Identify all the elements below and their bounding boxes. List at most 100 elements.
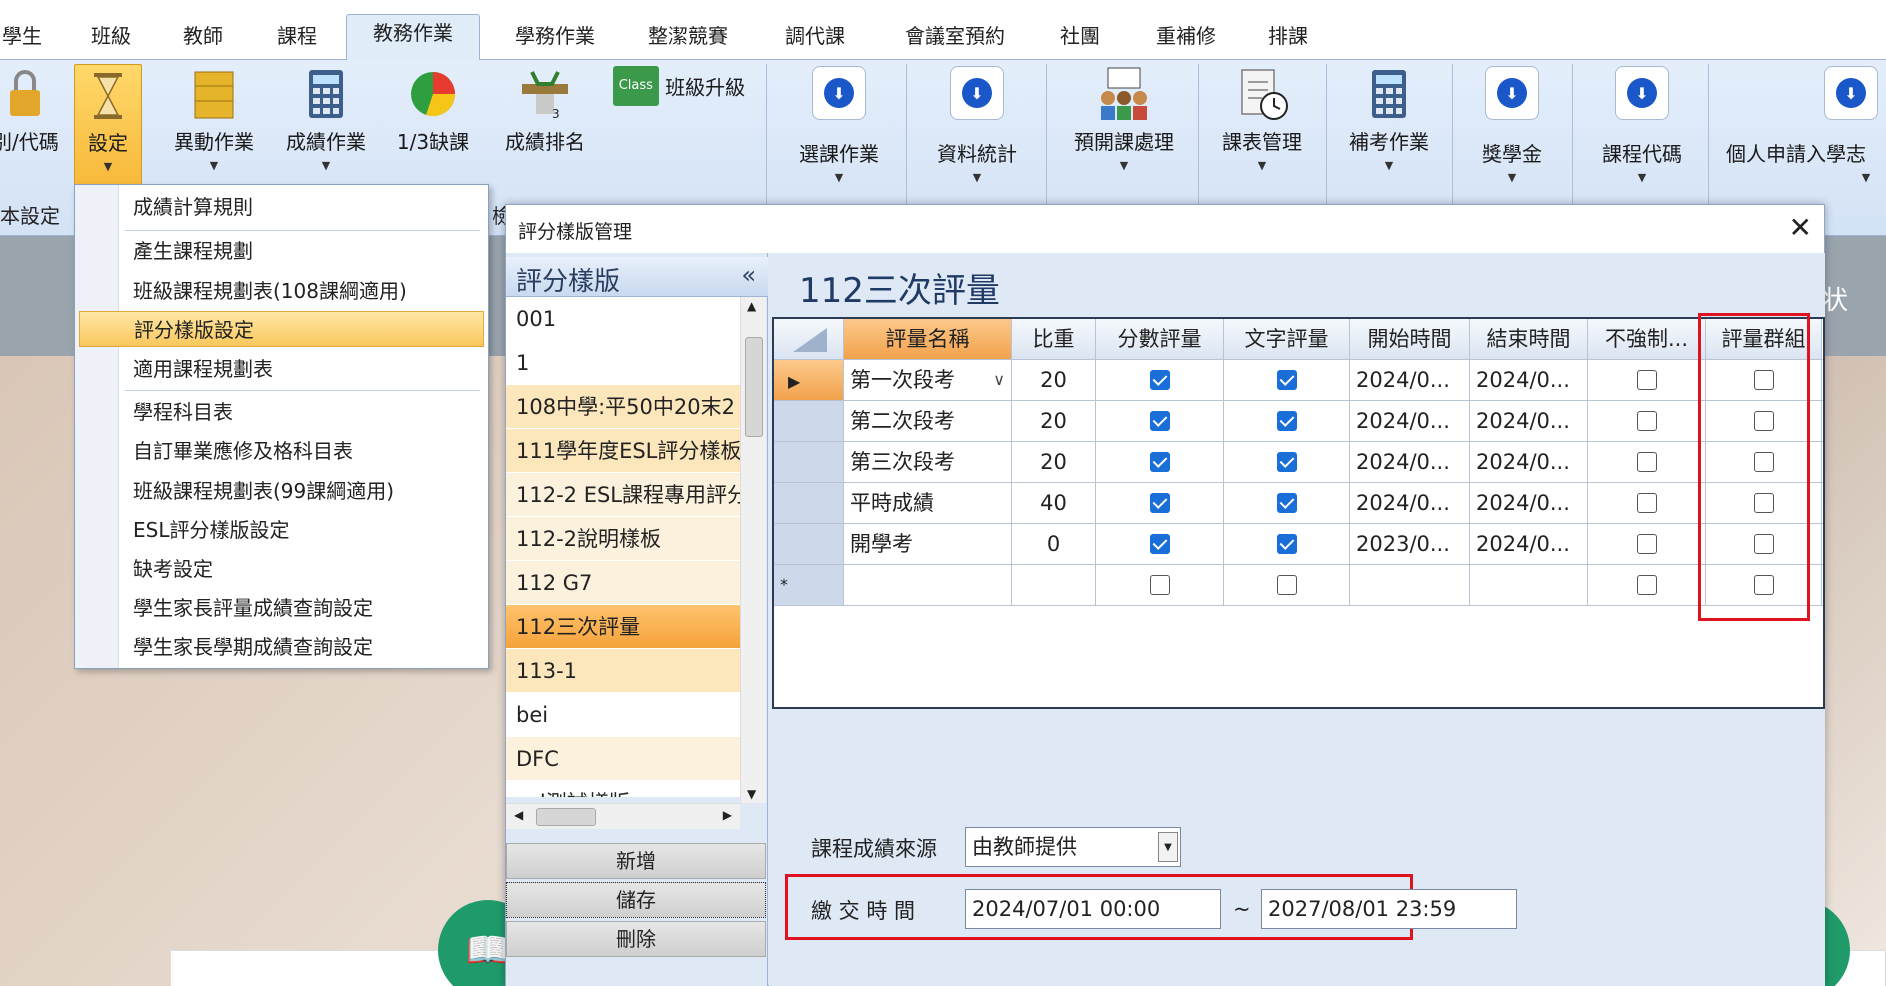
score-eval-checkbox[interactable] (1149, 411, 1170, 431)
list-item[interactable]: 111學年度ESL評分樣板 (506, 429, 740, 473)
list-item[interactable]: 1 (506, 341, 740, 385)
table-row[interactable]: 第三次段考 20 2024/0... 2024/0... (774, 442, 1823, 483)
list-item[interactable]: 113-1 (506, 649, 740, 693)
optional-checkbox[interactable] (1636, 575, 1657, 595)
scroll-left-icon[interactable]: ◀ (514, 808, 523, 822)
menu-item-class-course-plan-99[interactable]: 班級課程規劃表(99課綱適用) (79, 473, 484, 509)
tab-cleanliness[interactable]: 整潔競賽 (636, 18, 740, 60)
row-header[interactable] (774, 442, 844, 482)
chevron-down-icon[interactable]: ▼ (1158, 832, 1178, 862)
new-row-marker[interactable]: * (774, 565, 844, 605)
score-eval-checkbox[interactable] (1149, 493, 1170, 513)
submit-end-input[interactable]: 2027/08/01 23:59 (1261, 889, 1517, 929)
schedule-mgmt-button[interactable]: 課表管理 ▼ (1208, 66, 1316, 172)
tab-meeting-room[interactable]: 會議室預約 (890, 18, 1020, 60)
list-vertical-scrollbar[interactable]: ▲ ▼ (740, 297, 766, 803)
end-time-cell[interactable]: 2024/0... (1470, 401, 1588, 441)
scroll-right-icon[interactable]: ▶ (723, 808, 732, 822)
weight-cell[interactable]: 20 (1012, 442, 1096, 482)
ranking-button[interactable]: 3 成績排名 (490, 66, 600, 155)
weight-cell[interactable]: 0 (1012, 524, 1096, 564)
score-eval-checkbox[interactable] (1149, 575, 1170, 595)
optional-checkbox[interactable] (1636, 452, 1657, 472)
table-row[interactable]: 開學考 0 2023/0... 2024/0... (774, 524, 1823, 565)
score-eval-checkbox[interactable] (1149, 534, 1170, 554)
delete-button[interactable]: 刪除 (506, 921, 766, 957)
exam-name-cell[interactable]: 平時成績 (844, 483, 1012, 523)
tab-students[interactable]: 學生 (0, 18, 44, 60)
weight-cell[interactable]: 20 (1012, 360, 1096, 400)
tab-student-affairs[interactable]: 學務作業 (500, 18, 610, 60)
makeup-exam-button[interactable]: 補考作業 ▼ (1334, 66, 1444, 172)
submit-start-input[interactable]: 2024/07/01 00:00 (965, 889, 1221, 929)
end-time-cell[interactable]: 2024/0... (1470, 483, 1588, 523)
menu-item-grading-template-settings[interactable]: 評分樣版設定 (79, 311, 484, 347)
tab-courses[interactable]: 課程 (266, 18, 328, 60)
row-header[interactable] (774, 401, 844, 441)
collapse-icon[interactable]: « (741, 261, 756, 289)
exam-grid[interactable]: 評量名稱 比重 分數評量 文字評量 開始時間 結束時間 不強制... 評量群組 … (772, 317, 1825, 709)
list-item[interactable]: DFC (506, 737, 740, 781)
col-header-start[interactable]: 開始時間 (1350, 319, 1470, 359)
tab-substitute[interactable]: 調代課 (772, 18, 858, 60)
weight-cell[interactable]: 20 (1012, 401, 1096, 441)
absence-button[interactable]: 1/3缺課 (388, 66, 478, 155)
tab-academic-affairs[interactable]: 教務作業 (346, 14, 480, 61)
score-eval-checkbox[interactable] (1149, 370, 1170, 390)
save-button[interactable]: 儲存 (506, 882, 766, 918)
table-row[interactable]: 平時成績 40 2024/0... 2024/0... (774, 483, 1823, 524)
scroll-thumb[interactable] (745, 337, 763, 437)
col-header-score[interactable]: 分數評量 (1096, 319, 1224, 359)
exam-name-cell[interactable]: 第二次段考 (844, 401, 1012, 441)
text-eval-checkbox[interactable] (1276, 493, 1297, 513)
list-item[interactable]: esl測試樣版 (506, 781, 740, 797)
menu-item-grade-calc-rules[interactable]: 成績計算規則 (79, 189, 484, 225)
col-header-name[interactable]: 評量名稱 (844, 319, 1012, 359)
menu-item-parent-exam-query[interactable]: 學生家長評量成績查詢設定 (79, 590, 484, 626)
close-icon[interactable]: ✕ (1789, 211, 1812, 244)
scroll-up-icon[interactable]: ▲ (747, 299, 756, 313)
table-row[interactable]: 第二次段考 20 2024/0... 2024/0... (774, 401, 1823, 442)
row-header[interactable] (774, 524, 844, 564)
end-time-cell[interactable]: 2024/0... (1470, 442, 1588, 482)
grid-corner[interactable] (774, 319, 844, 359)
weight-cell[interactable] (1012, 565, 1096, 605)
menu-item-graduation-subjects[interactable]: 自訂畢業應修及格科目表 (79, 433, 484, 469)
text-eval-checkbox[interactable] (1276, 370, 1297, 390)
list-item[interactable]: bei (506, 693, 740, 737)
list-item[interactable]: 108中學:平50中20末2 (506, 385, 740, 429)
exam-name-cell[interactable] (844, 565, 1012, 605)
class-promote-button[interactable]: Class 班級升級 (604, 66, 754, 106)
menu-item-esl-template-settings[interactable]: ESL評分樣版設定 (79, 512, 484, 548)
grades-button[interactable]: 成績作業 ▼ (276, 66, 376, 172)
start-time-cell[interactable]: 2024/0... (1350, 360, 1470, 400)
text-eval-checkbox[interactable] (1276, 534, 1297, 554)
source-select[interactable]: 由教師提供 ▼ (965, 827, 1181, 867)
pre-course-button[interactable]: 預開課處理 ▼ (1060, 66, 1188, 172)
exam-name-cell[interactable]: 開學考 (844, 524, 1012, 564)
col-header-weight[interactable]: 比重 (1012, 319, 1096, 359)
col-header-end[interactable]: 結束時間 (1470, 319, 1588, 359)
menu-item-program-subjects[interactable]: 學程科目表 (79, 394, 484, 430)
exam-name-cell[interactable]: 第一次段考 ∨ (844, 360, 1012, 400)
list-item[interactable]: 112-2 ESL課程專用評分 (506, 473, 740, 517)
end-time-cell[interactable] (1470, 565, 1588, 605)
list-item-selected[interactable]: 112三次評量 (506, 605, 740, 649)
course-select-button[interactable]: ⬇ 選課作業 ▼ (784, 66, 894, 184)
menu-item-applicable-course-plan[interactable]: 適用課程規劃表 (79, 351, 484, 387)
tab-retake[interactable]: 重補修 (1146, 18, 1226, 60)
table-row[interactable]: ▶ 第一次段考 ∨ 20 2024/0... 2024/0... (774, 360, 1823, 401)
start-time-cell[interactable]: 2024/0... (1350, 442, 1470, 482)
menu-item-absence-settings[interactable]: 缺考設定 (79, 551, 484, 587)
template-list[interactable]: 001 1 108中學:平50中20末2 111學年度ESL評分樣板 112-2… (506, 297, 740, 797)
col-header-text[interactable]: 文字評量 (1224, 319, 1350, 359)
col-header-optional[interactable]: 不強制... (1588, 319, 1706, 359)
optional-checkbox[interactable] (1636, 370, 1657, 390)
score-eval-checkbox[interactable] (1149, 452, 1170, 472)
list-item[interactable]: 112 G7 (506, 561, 740, 605)
data-stats-button[interactable]: ⬇ 資料統計 ▼ (922, 66, 1032, 184)
tab-clubs[interactable]: 社團 (1048, 18, 1112, 60)
text-eval-checkbox[interactable] (1276, 411, 1297, 431)
tab-scheduling[interactable]: 排課 (1258, 18, 1318, 60)
text-eval-checkbox[interactable] (1276, 452, 1297, 472)
